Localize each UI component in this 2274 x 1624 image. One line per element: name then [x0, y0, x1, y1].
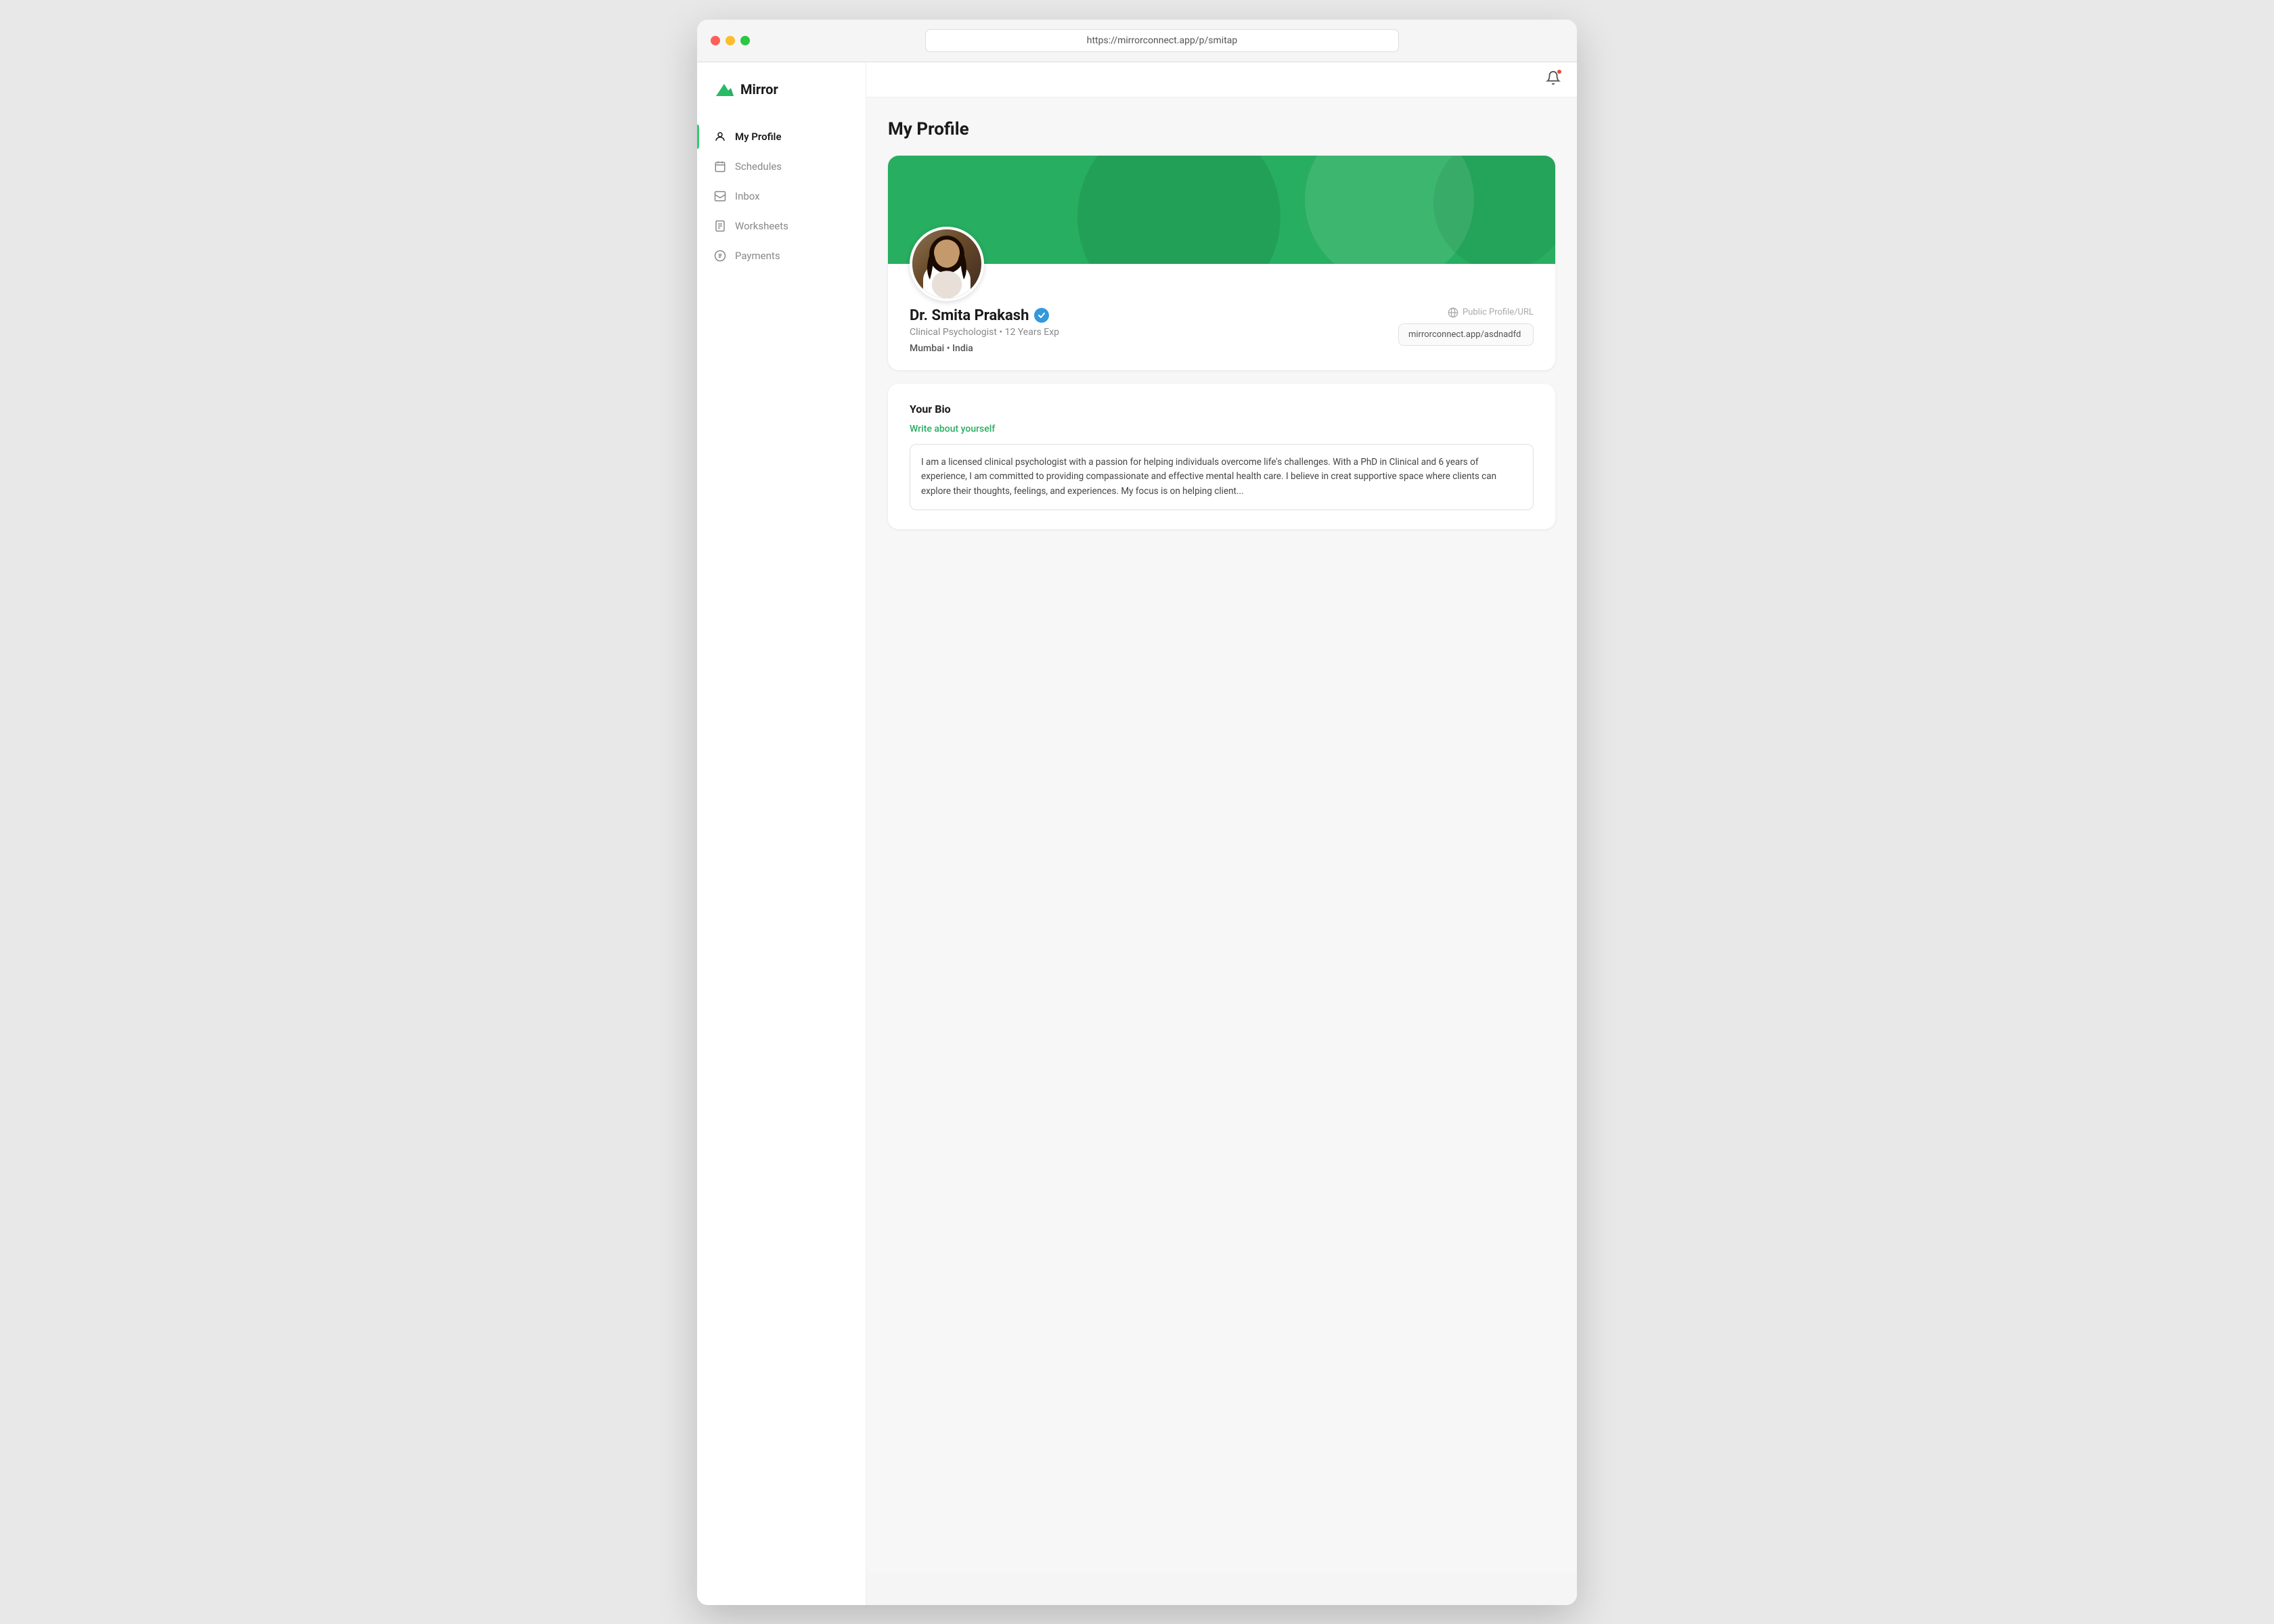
profile-location: Mumbai • India — [910, 343, 1059, 354]
address-bar[interactable]: https://mirrorconnect.app/p/smitap — [925, 29, 1399, 52]
page-title: My Profile — [888, 119, 1555, 139]
sidebar: Mirror My Profile — [697, 62, 866, 1605]
public-url-label: Public Profile/URL — [1448, 307, 1534, 318]
notification-button[interactable] — [1546, 70, 1561, 89]
app-body: My Profile — [866, 62, 1577, 1573]
sidebar-item-schedules[interactable]: Schedules — [697, 152, 866, 181]
avatar — [910, 227, 984, 301]
bio-section-title: Your Bio — [910, 403, 1534, 415]
sidebar-nav: My Profile Schedules — [697, 122, 866, 271]
inbox-icon — [713, 189, 727, 203]
app-container: Mirror My Profile — [697, 62, 1577, 1605]
traffic-lights — [711, 36, 750, 45]
sidebar-label-inbox: Inbox — [735, 190, 760, 202]
sidebar-label-worksheets: Worksheets — [735, 220, 788, 232]
write-about-link[interactable]: Write about yourself — [910, 424, 1534, 434]
traffic-light-yellow[interactable] — [726, 36, 735, 45]
profile-card: Dr. Smita Prakash Clinical Psychologist … — [888, 156, 1555, 370]
banner-decoration-1 — [1077, 156, 1280, 264]
main-content: My Profile — [866, 97, 1577, 1573]
browser-titlebar: https://mirrorconnect.app/p/smitap — [697, 20, 1577, 62]
profile-specialty: Clinical Psychologist • 12 Years Exp — [910, 327, 1059, 338]
traffic-light-green[interactable] — [740, 36, 750, 45]
traffic-light-red[interactable] — [711, 36, 720, 45]
payments-icon — [713, 249, 727, 263]
sidebar-item-worksheets[interactable]: Worksheets — [697, 211, 866, 241]
profile-details: Dr. Smita Prakash Clinical Psychologist … — [910, 307, 1059, 354]
public-url-box[interactable]: mirrorconnect.app/asdnadfd — [1398, 323, 1534, 346]
sidebar-label-payments: Payments — [735, 250, 780, 262]
sidebar-item-inbox[interactable]: Inbox — [697, 181, 866, 211]
profile-banner — [888, 156, 1555, 264]
sidebar-label-my-profile: My Profile — [735, 131, 782, 143]
notification-dot — [1557, 69, 1562, 74]
schedules-icon — [713, 160, 727, 173]
bio-text-area[interactable]: I am a licensed clinical psychologist wi… — [910, 444, 1534, 511]
profile-name-row: Dr. Smita Prakash Clinical Psychologist … — [910, 264, 1534, 354]
verified-badge — [1034, 308, 1049, 323]
top-bar — [866, 62, 1577, 97]
sidebar-item-my-profile[interactable]: My Profile — [697, 122, 866, 152]
bio-card: Your Bio Write about yourself I am a lic… — [888, 384, 1555, 530]
doctor-name: Dr. Smita Prakash — [910, 307, 1059, 324]
sidebar-label-schedules: Schedules — [735, 160, 782, 173]
banner-decoration-3 — [1433, 156, 1555, 264]
profile-icon — [713, 130, 727, 143]
browser-window: https://mirrorconnect.app/p/smitap Mirro… — [697, 20, 1577, 1605]
public-url-area: Public Profile/URL mirrorconnect.app/asd… — [1398, 307, 1534, 346]
logo-icon — [713, 78, 735, 100]
logo-text: Mirror — [740, 81, 778, 97]
worksheets-icon — [713, 219, 727, 233]
profile-info-area: Dr. Smita Prakash Clinical Psychologist … — [888, 264, 1555, 370]
logo-area: Mirror — [697, 78, 866, 122]
avatar-image — [912, 229, 981, 298]
sidebar-item-payments[interactable]: Payments — [697, 241, 866, 271]
